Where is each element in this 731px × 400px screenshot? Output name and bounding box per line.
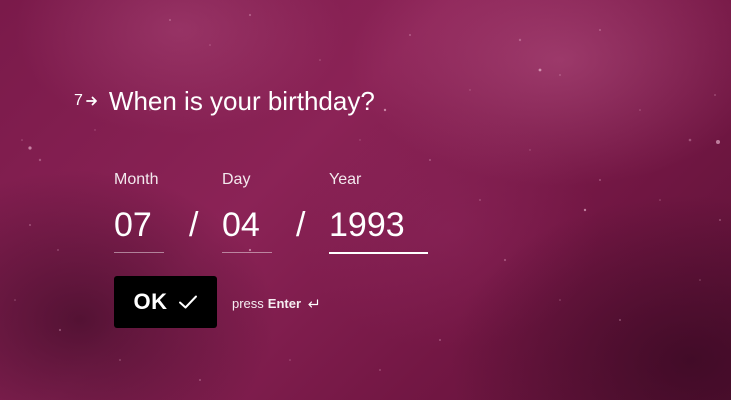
- ok-button[interactable]: OK: [114, 276, 217, 328]
- date-separator: /: [296, 206, 306, 244]
- month-input[interactable]: 07: [114, 208, 164, 253]
- keyboard-hint: press Enter: [232, 296, 319, 311]
- enter-return-icon: [308, 298, 319, 308]
- year-field[interactable]: Year 1993: [329, 172, 428, 254]
- hint-prefix: press: [232, 296, 264, 311]
- day-input[interactable]: 04: [222, 208, 272, 253]
- day-field[interactable]: Day 04: [222, 172, 272, 253]
- hint-key: Enter: [267, 296, 302, 311]
- ok-button-label: OK: [133, 289, 168, 314]
- check-icon: [178, 295, 197, 309]
- arrow-right-icon: [86, 96, 97, 106]
- year-input[interactable]: 1993: [329, 208, 428, 254]
- date-separator: /: [189, 206, 199, 244]
- question-number: 7: [74, 92, 83, 109]
- question-title: When is your birthday?: [108, 86, 375, 116]
- question-header: 7 When is your birthday?: [74, 88, 375, 114]
- year-label: Year: [329, 171, 362, 188]
- month-field[interactable]: Month 07: [114, 172, 164, 253]
- day-label: Day: [222, 171, 251, 188]
- month-label: Month: [114, 171, 159, 188]
